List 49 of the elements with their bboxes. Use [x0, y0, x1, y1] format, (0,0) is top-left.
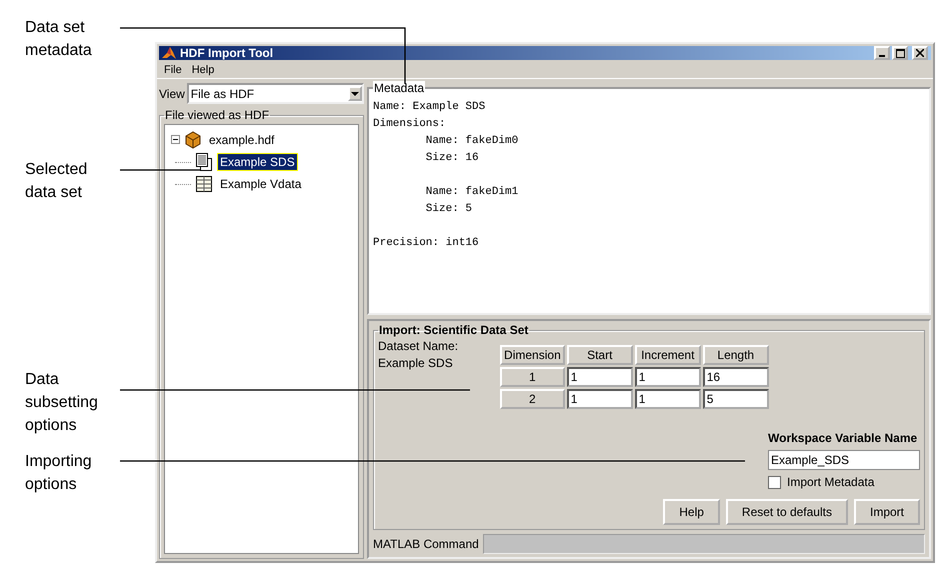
window-title: HDF Import Tool	[180, 46, 274, 60]
documents-icon	[195, 153, 213, 171]
column-header[interactable]: Dimension	[500, 345, 565, 365]
view-dropdown[interactable]: File as HDF	[186, 83, 364, 104]
maximize-icon	[896, 48, 904, 58]
variable-name-field[interactable]: Example_SDS	[768, 450, 920, 470]
panel-title: Metadata	[373, 81, 426, 95]
table-icon	[195, 175, 213, 193]
row-header: 2	[500, 389, 565, 409]
checkbox[interactable]	[768, 476, 781, 488]
checkbox-label: Import Metadata	[787, 475, 874, 489]
tree-item[interactable]: Example Vdata	[217, 175, 304, 193]
view-label: View	[159, 86, 185, 100]
close-button[interactable]	[912, 46, 928, 60]
table-cell[interactable]: 1	[566, 367, 633, 387]
menu-item[interactable]: File	[161, 64, 185, 76]
workspace-label: Workspace Variable Name	[768, 431, 918, 445]
menu-item[interactable]: Help	[188, 64, 218, 76]
metadata-text: Name: Example SDS Dimensions: Name: fakeDim0 Size: 16 Name: fakeDim1 Size: 5 Precision: int16	[373, 100, 520, 251]
column-header[interactable]: Length	[702, 345, 769, 365]
dialog-button[interactable]: Help	[663, 499, 720, 525]
maximize-button[interactable]	[892, 46, 908, 60]
table-cell[interactable]: 1	[634, 367, 701, 387]
callout-label: Selected data set	[25, 160, 88, 203]
collapse-icon[interactable]	[171, 133, 180, 147]
tree-item[interactable]: Example SDS	[217, 153, 298, 171]
caret-icon	[351, 92, 359, 96]
table-cell[interactable]: 1	[566, 389, 633, 409]
panel-title: Import: Scientific Data Set	[378, 323, 530, 337]
dataset-name: Example SDS	[378, 356, 454, 370]
dialog-button[interactable]: Reset to defaults	[726, 499, 848, 525]
callout-label: Data subsetting options	[25, 370, 98, 436]
dataset-label: Dataset Name:	[378, 339, 458, 353]
column-header[interactable]: Start	[566, 345, 633, 365]
tree-item[interactable]: example.hdf	[206, 131, 278, 149]
minimize-button[interactable]	[874, 46, 890, 60]
table-cell[interactable]: 5	[702, 389, 769, 409]
callout-label: Importing options	[25, 452, 92, 495]
column-header[interactable]: Increment	[634, 345, 701, 365]
command-label: MATLAB Command	[373, 537, 479, 551]
table-cell[interactable]: 16	[702, 367, 769, 387]
callout-label: Data set metadata	[25, 18, 92, 61]
cube-icon	[184, 131, 202, 149]
peak-logo-icon	[162, 46, 176, 60]
dialog-button[interactable]: Import	[854, 499, 920, 525]
close-icon	[916, 49, 924, 57]
row-header: 1	[500, 367, 565, 387]
panel-title: File viewed as HDF	[164, 108, 270, 122]
table-cell[interactable]: 1	[634, 389, 701, 409]
